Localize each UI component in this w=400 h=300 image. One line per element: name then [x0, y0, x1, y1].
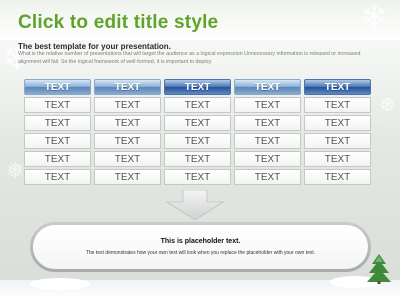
placeholder-callout: This is placeholder text. The text demon… — [30, 222, 371, 272]
callout-title[interactable]: This is placeholder text. — [161, 238, 241, 245]
table-cell[interactable]: TEXT — [94, 169, 161, 185]
snow-mound — [30, 278, 90, 290]
snowflake-icon: ❅ — [6, 158, 25, 183]
slide-title[interactable]: Click to edit title style — [18, 12, 218, 34]
table-cell[interactable]: TEXT — [234, 115, 301, 131]
table-cell[interactable]: TEXT — [234, 133, 301, 149]
table-cell[interactable]: TEXT — [94, 133, 161, 149]
table-cell[interactable]: TEXT — [234, 169, 301, 185]
table-cell[interactable]: TEXT — [94, 97, 161, 113]
table-cell[interactable]: TEXT — [164, 151, 231, 167]
text-table: TEXT TEXT TEXT TEXT TEXT TEXT TEXT TEXT … — [24, 79, 371, 185]
table-header-cell[interactable]: TEXT — [94, 79, 161, 95]
table-cell[interactable]: TEXT — [24, 115, 91, 131]
callout-text[interactable]: The text demonstrates how your own text … — [86, 250, 315, 256]
pine-tree-icon — [367, 254, 391, 284]
table-cell[interactable]: TEXT — [24, 169, 91, 185]
table-cell[interactable]: TEXT — [164, 115, 231, 131]
table-header-cell[interactable]: TEXT — [304, 79, 371, 95]
slide-description[interactable]: What is the relative number of presentat… — [18, 51, 363, 66]
table-header-cell[interactable]: TEXT — [234, 79, 301, 95]
table-cell[interactable]: TEXT — [164, 97, 231, 113]
table-cell[interactable]: TEXT — [164, 169, 231, 185]
slide-subtitle[interactable]: The best template for your presentation. — [18, 42, 171, 51]
table-cell[interactable]: TEXT — [24, 133, 91, 149]
table-cell[interactable]: TEXT — [304, 97, 371, 113]
table-cell[interactable]: TEXT — [24, 151, 91, 167]
callout-body: This is placeholder text. The text demon… — [33, 225, 368, 269]
table-cell[interactable]: TEXT — [24, 97, 91, 113]
snowflake-icon: ❄ — [360, 0, 389, 36]
slide: ❄ ❄ ❅ ❆ ❅ Click to edit title style The … — [0, 0, 400, 300]
table-cell[interactable]: TEXT — [94, 115, 161, 131]
table-cell[interactable]: TEXT — [304, 133, 371, 149]
table-cell[interactable]: TEXT — [304, 169, 371, 185]
table-cell[interactable]: TEXT — [234, 151, 301, 167]
table-header-cell[interactable]: TEXT — [164, 79, 231, 95]
table-cell[interactable]: TEXT — [304, 151, 371, 167]
table-header-cell[interactable]: TEXT — [24, 79, 91, 95]
table-cell[interactable]: TEXT — [304, 115, 371, 131]
snowflake-icon: ❆ — [380, 95, 396, 115]
table-cell[interactable]: TEXT — [94, 151, 161, 167]
table-cell[interactable]: TEXT — [164, 133, 231, 149]
table-cell[interactable]: TEXT — [234, 97, 301, 113]
down-arrow-icon — [165, 190, 225, 220]
